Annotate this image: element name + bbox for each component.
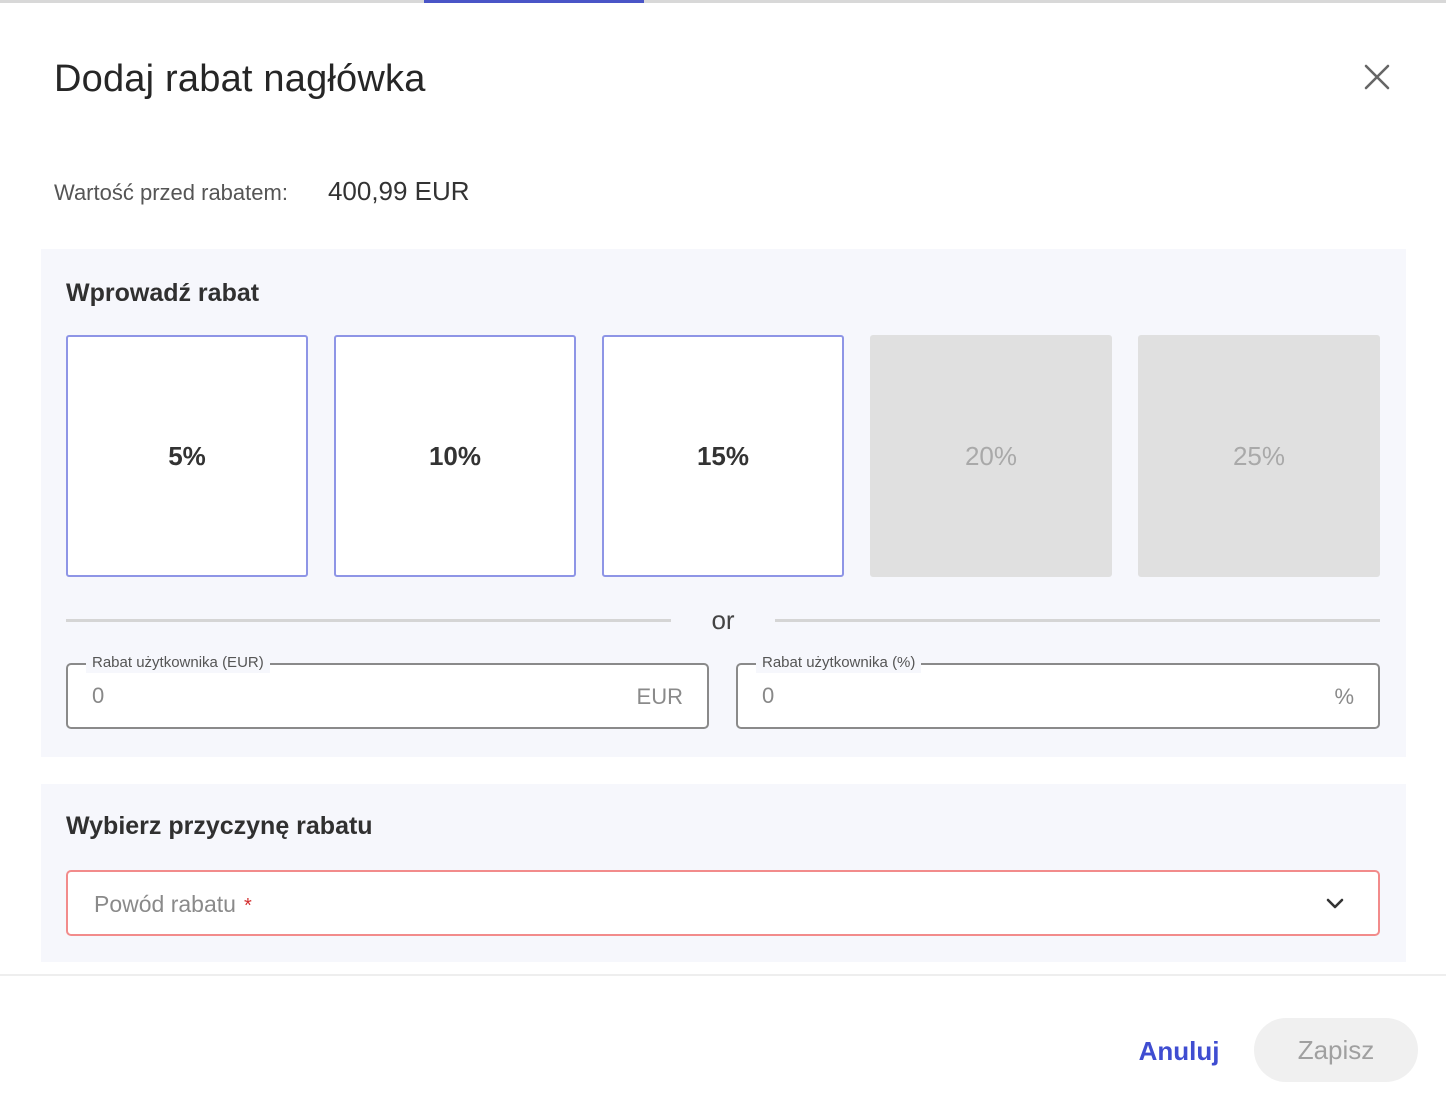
preset-5-button[interactable]: 5% bbox=[66, 335, 308, 577]
close-button[interactable] bbox=[1356, 56, 1398, 98]
percent-discount-input[interactable] bbox=[762, 683, 1242, 709]
value-before-discount: Wartość przed rabatem: 400,99 EUR bbox=[54, 176, 470, 207]
active-tab-indicator bbox=[424, 0, 644, 3]
discount-reason-select[interactable]: Powód rabatu * bbox=[66, 870, 1380, 936]
percent-field-suffix: % bbox=[1334, 684, 1354, 709]
preset-discount-row: 5% 10% 15% 20% 25% bbox=[66, 335, 1380, 577]
close-icon bbox=[1364, 64, 1390, 90]
footer-separator bbox=[0, 974, 1446, 976]
chevron-down-icon bbox=[1324, 893, 1346, 915]
preset-25-button: 25% bbox=[1138, 335, 1380, 577]
reason-section-title: Wybierz przyczynę rabatu bbox=[66, 812, 373, 840]
user-discount-eur-field: Rabat użytkownika (EUR) EUR bbox=[66, 653, 709, 729]
user-discount-percent-field: Rabat użytkownika (%) % bbox=[736, 653, 1380, 729]
top-border bbox=[0, 0, 1446, 3]
discount-reason-panel: Wybierz przyczynę rabatu Powód rabatu * bbox=[41, 784, 1406, 962]
divider-line-left bbox=[66, 618, 672, 622]
discount-dialog: Dodaj rabat nagłówka Wartość przed rabat… bbox=[0, 0, 1446, 1120]
preset-20-button: 20% bbox=[870, 335, 1112, 577]
percent-field-label: Rabat użytkownika (%) bbox=[756, 653, 922, 673]
eur-field-label: Rabat użytkownika (EUR) bbox=[86, 653, 270, 673]
reason-select-placeholder: Powód rabatu * bbox=[94, 891, 252, 918]
dialog-title: Dodaj rabat nagłówka bbox=[54, 58, 426, 100]
preset-10-button[interactable]: 10% bbox=[334, 335, 576, 577]
required-asterisk: * bbox=[243, 895, 252, 917]
value-before-label: Wartość przed rabatem: bbox=[54, 180, 288, 205]
save-button[interactable]: Zapisz bbox=[1254, 1018, 1418, 1082]
or-divider: or bbox=[66, 605, 1380, 635]
eur-discount-input[interactable] bbox=[92, 683, 572, 709]
discount-section-title: Wprowadź rabat bbox=[66, 279, 260, 307]
divider-or-text: or bbox=[711, 604, 735, 635]
value-before-amount: 400,99 EUR bbox=[327, 176, 470, 206]
eur-field-suffix: EUR bbox=[636, 684, 683, 709]
reason-placeholder-text: Powód rabatu bbox=[94, 891, 236, 917]
discount-entry-panel: Wprowadź rabat 5% 10% 15% 20% 25% or Rab… bbox=[41, 249, 1406, 757]
divider-line-right bbox=[774, 618, 1380, 622]
preset-15-button[interactable]: 15% bbox=[602, 335, 844, 577]
cancel-button[interactable]: Anuluj bbox=[1126, 1020, 1232, 1082]
